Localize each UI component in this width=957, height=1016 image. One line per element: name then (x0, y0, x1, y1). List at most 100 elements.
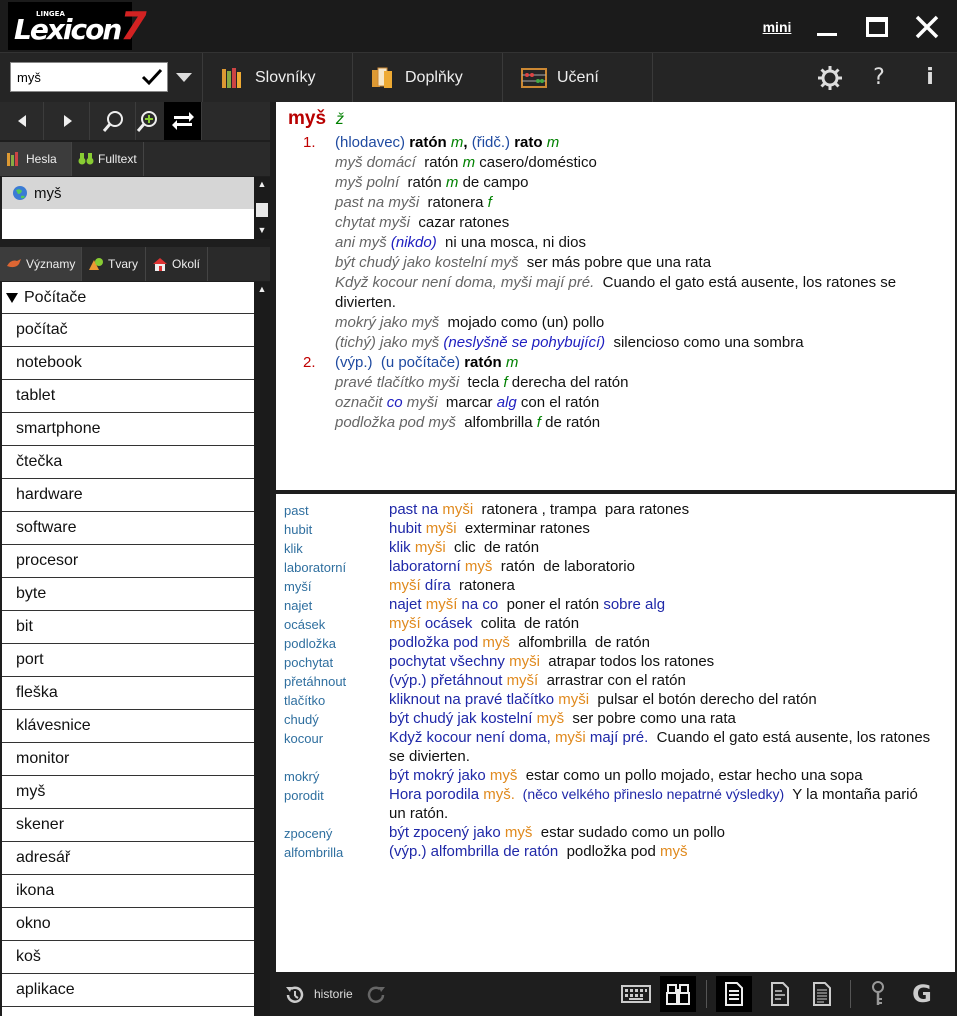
tab-fulltext[interactable]: Fulltext (72, 142, 144, 176)
tree-item[interactable]: koš (2, 941, 254, 974)
sense-text[interactable]: ani myš (335, 234, 391, 251)
tree-item[interactable]: monitor (2, 743, 254, 776)
fulltext-key[interactable]: zpocený (284, 824, 332, 843)
headword-scroll-thumb[interactable] (256, 203, 268, 217)
fulltext-key[interactable]: myší (284, 577, 311, 596)
fulltext-row[interactable]: najet najet myší na co poner el ratón sob… (276, 595, 955, 614)
tree-item[interactable]: skener (2, 809, 254, 842)
tree-item[interactable]: software (2, 512, 254, 545)
tree-item[interactable]: bit (2, 611, 254, 644)
fulltext-key[interactable]: hubit (284, 520, 312, 539)
tab-vyznamy[interactable]: Významy (0, 247, 82, 281)
scroll-down-icon[interactable]: ▼ (256, 225, 268, 235)
fulltext-row[interactable]: alfombrilla (výp.) alfombrilla de ratón p… (276, 842, 955, 861)
mini-mode-button[interactable]: mini (758, 10, 796, 44)
minimize-button[interactable] (808, 10, 846, 44)
fulltext-row[interactable]: podložka podložka pod myš alfombrilla de … (276, 633, 955, 652)
tree-item[interactable]: procesor (2, 545, 254, 578)
sense-text[interactable]: Když kocour není doma, myši mají pré. (335, 274, 594, 291)
check-icon[interactable] (141, 67, 163, 87)
fulltext-row[interactable]: past past na myši ratonera , trampa para … (276, 500, 955, 519)
tree-category[interactable]: Počítače (2, 282, 254, 314)
back-button[interactable] (0, 102, 44, 140)
tab-uceni[interactable]: Učení (502, 53, 652, 103)
sense-text[interactable]: myš domácí (335, 154, 416, 171)
tab-doplnky[interactable]: Doplňky (352, 53, 502, 103)
tree-item[interactable]: port (2, 644, 254, 677)
fulltext-key[interactable]: ocásek (284, 615, 325, 634)
swap-direction-button[interactable] (164, 102, 202, 140)
fulltext-key[interactable]: porodit (284, 786, 324, 805)
fulltext-row[interactable]: tlačítko kliknout na pravé tlačítko myši … (276, 690, 955, 709)
fulltext-key[interactable]: najet (284, 596, 312, 615)
forward-button[interactable] (46, 102, 90, 140)
sense-text[interactable]: mokrý jako myš (335, 314, 439, 331)
fulltext-row[interactable]: pochytat pochytat všechny myši atrapar to… (276, 652, 955, 671)
tab-hesla[interactable]: Hesla (0, 142, 72, 176)
view-entry-button[interactable] (716, 976, 752, 1012)
binoculars-button[interactable] (660, 976, 696, 1012)
fulltext-key[interactable]: tlačítko (284, 691, 325, 710)
tree-scroll-up-icon[interactable]: ▲ (256, 284, 268, 294)
fulltext-row[interactable]: myší myší díra ratonera (276, 576, 955, 595)
view-compact-button[interactable] (762, 976, 798, 1012)
fulltext-key[interactable]: mokrý (284, 767, 319, 786)
fulltext-row[interactable]: zpocený být zpocený jako myš estar sudado… (276, 823, 955, 842)
fulltext-key[interactable]: podložka (284, 634, 336, 653)
fulltext-row[interactable]: mokrý být mokrý jako myš estar como un po… (276, 766, 955, 785)
fulltext-row[interactable]: klik klik myši clic de ratón (276, 538, 955, 557)
fulltext-row[interactable]: laboratorní laboratorní myš ratón de labo… (276, 557, 955, 576)
info-icon[interactable]: i (917, 65, 943, 91)
scroll-up-icon[interactable]: ▲ (256, 179, 268, 189)
tree-item[interactable]: myš (2, 776, 254, 809)
fulltext-row[interactable]: chudý být chudý jak kostelní myš ser pobr… (276, 709, 955, 728)
keyboard-button[interactable] (618, 976, 654, 1012)
fulltext-key[interactable]: laboratorní (284, 558, 346, 577)
tree-item[interactable]: ikona (2, 875, 254, 908)
fulltext-key[interactable]: pochytat (284, 653, 333, 672)
sense-text[interactable]: myši (403, 394, 438, 411)
fulltext-row[interactable]: ocásek myší ocásek colita de ratón (276, 614, 955, 633)
tree-item[interactable]: hardware (2, 479, 254, 512)
close-button[interactable] (908, 10, 946, 44)
history-back-icon[interactable] (284, 984, 306, 1006)
gear-icon[interactable] (817, 65, 843, 91)
fulltext-key[interactable]: přetáhnout (284, 672, 346, 691)
tree-item[interactable]: smartphone (2, 413, 254, 446)
search-history-dropdown[interactable] (176, 73, 192, 82)
tab-tvary[interactable]: Tvary (82, 247, 146, 281)
tree-item[interactable]: tablet (2, 380, 254, 413)
tree-item[interactable]: okno (2, 908, 254, 941)
fulltext-key[interactable]: klik (284, 539, 303, 558)
sense-text[interactable]: být chudý jako kostelní myš (335, 254, 518, 271)
tree-item[interactable]: aplikace (2, 974, 254, 1007)
sense-text[interactable]: označit (335, 394, 387, 411)
tree-item[interactable]: čtečka (2, 446, 254, 479)
sense-text[interactable]: chytat myši (335, 214, 410, 231)
headword-scrollbar[interactable]: ▲ ▼ (254, 177, 270, 239)
sense-text[interactable]: (tichý) jako myš (335, 334, 443, 351)
tree-scrollbar[interactable]: ▲ (254, 282, 270, 1016)
fulltext-row[interactable]: kocour Když kocour není doma, myši mají p… (276, 728, 955, 766)
sense-text[interactable]: pravé tlačítko myši (335, 374, 459, 391)
tree-scroll-track[interactable] (256, 298, 268, 998)
tree-item[interactable]: klávesnice (2, 710, 254, 743)
view-list-button[interactable] (804, 976, 840, 1012)
fulltext-row[interactable]: porodit Hora porodila myš. (něco velkého … (276, 785, 955, 823)
fulltext-row[interactable]: hubit hubit myši exterminar ratones (276, 519, 955, 538)
tree-item[interactable]: počítač (2, 314, 254, 347)
sense-text[interactable]: podložka pod myš (335, 414, 456, 431)
fulltext-key[interactable]: chudý (284, 710, 319, 729)
tree-item[interactable]: notebook (2, 347, 254, 380)
search-input[interactable] (11, 63, 137, 91)
tree-item[interactable]: byte (2, 578, 254, 611)
history-label[interactable]: historie (314, 987, 353, 1001)
tree-item[interactable]: fleška (2, 677, 254, 710)
sense-text[interactable]: past na myši (335, 194, 419, 211)
headword-item[interactable]: myš (2, 177, 254, 209)
sense-text[interactable]: myš polní (335, 174, 399, 191)
fulltext-key[interactable]: alfombrilla (284, 843, 343, 862)
fulltext-key[interactable]: kocour (284, 729, 323, 748)
fulltext-row[interactable]: přetáhnout (výp.) přetáhnout myší arrastr… (276, 671, 955, 690)
tab-okoli[interactable]: Okolí (146, 247, 208, 281)
